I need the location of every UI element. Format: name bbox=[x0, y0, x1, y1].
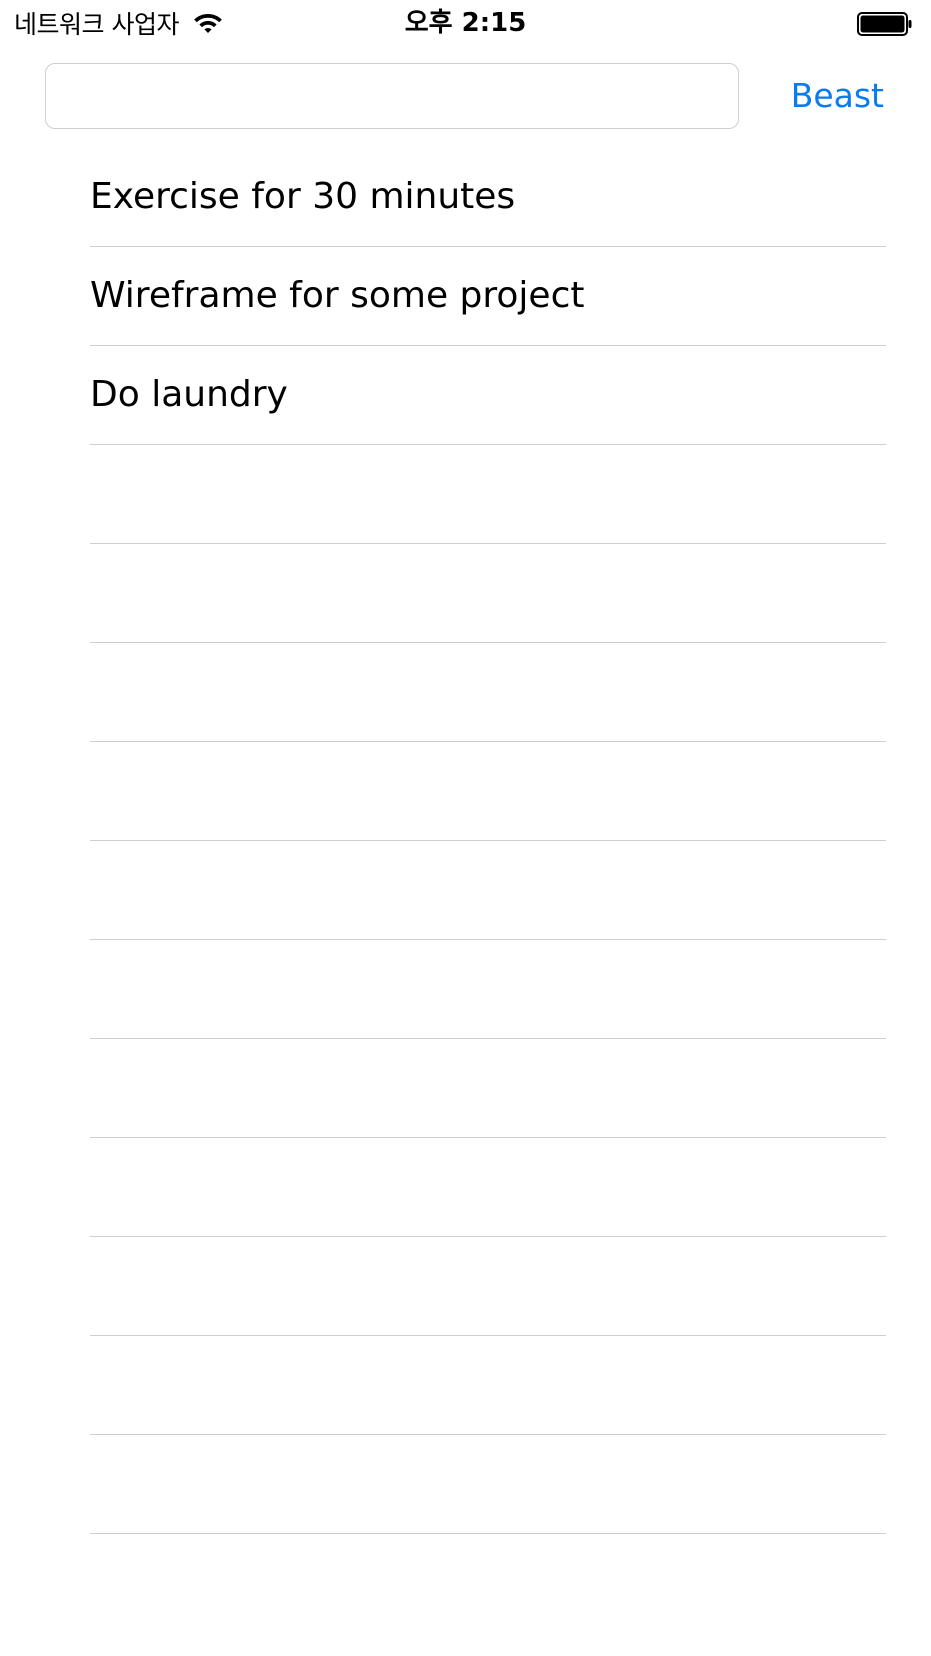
task-row[interactable]: Wireframe for some project bbox=[90, 247, 886, 346]
task-list: Exercise for 30 minutes Wireframe for so… bbox=[90, 148, 886, 1534]
task-row[interactable]: Exercise for 30 minutes bbox=[90, 148, 886, 247]
task-row[interactable] bbox=[90, 1435, 886, 1534]
task-input[interactable] bbox=[45, 63, 739, 129]
task-label: Wireframe for some project bbox=[90, 275, 585, 316]
status-bar: 네트워크 사업자 오후 2:15 bbox=[0, 0, 931, 46]
task-row[interactable] bbox=[90, 940, 886, 1039]
task-row[interactable] bbox=[90, 445, 886, 544]
task-label: Do laundry bbox=[90, 374, 288, 415]
task-row[interactable] bbox=[90, 544, 886, 643]
task-row[interactable] bbox=[90, 1039, 886, 1138]
task-row[interactable]: Do laundry bbox=[90, 346, 886, 445]
status-time: 오후 2:15 bbox=[404, 8, 527, 38]
task-row[interactable] bbox=[90, 742, 886, 841]
task-label: Exercise for 30 minutes bbox=[90, 176, 516, 217]
beast-button[interactable]: Beast bbox=[791, 68, 884, 124]
battery-full-icon bbox=[857, 12, 912, 36]
task-row[interactable] bbox=[90, 1336, 886, 1435]
task-row[interactable] bbox=[90, 1138, 886, 1237]
task-row[interactable] bbox=[90, 841, 886, 940]
app-screen: 네트워크 사업자 오후 2:15 Beast Exercise for 30 m… bbox=[0, 0, 931, 1656]
task-row[interactable] bbox=[90, 1237, 886, 1336]
task-row[interactable] bbox=[90, 643, 886, 742]
